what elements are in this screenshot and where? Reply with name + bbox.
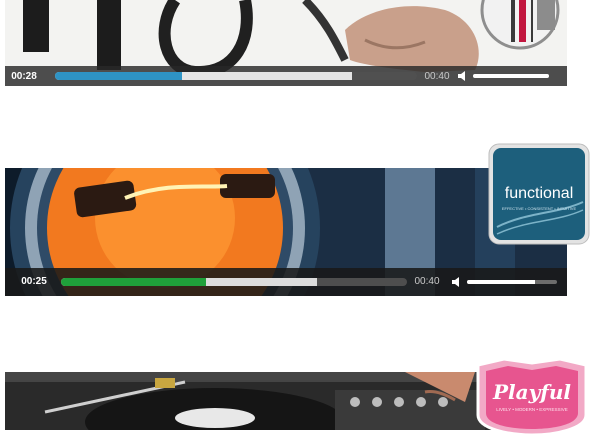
speaker-icon[interactable] (451, 276, 465, 288)
control-bar-2: 00:25 00:40 (5, 268, 567, 296)
brand-badge-2: functional EFFECTIVE • CONSISTENT • INTU… (488, 143, 590, 245)
control-bar-1: 00:28 00:40 (5, 66, 567, 86)
duration: 00:40 (414, 276, 440, 287)
duration: 00:40 (424, 70, 450, 82)
current-time: 00:25 (21, 276, 47, 287)
badge-tagline: LIVELY • MODERN • EXPRESSIVE (496, 407, 568, 412)
volume-slider[interactable] (473, 74, 549, 78)
badge-word: functional (505, 185, 574, 202)
video-player-2[interactable]: 00:25 00:40 (5, 168, 567, 296)
volume-level (467, 280, 535, 284)
badge-word: Playful (492, 380, 571, 404)
volume-slider[interactable] (467, 280, 557, 284)
current-time: 00:28 (11, 70, 37, 82)
played-bar (55, 72, 182, 80)
video-player-1[interactable]: 00:28 00:40 (5, 0, 567, 86)
brand-badge-3: Playful LIVELY • MODERN • EXPRESSIVE (476, 357, 588, 435)
seek-bar[interactable] (61, 278, 407, 286)
volume-level (473, 74, 549, 78)
speaker-icon[interactable] (457, 70, 471, 82)
badge-tagline: EFFECTIVE • CONSISTENT • INTUITIVE (502, 206, 577, 211)
seek-bar[interactable] (55, 72, 417, 80)
played-bar (61, 278, 207, 286)
brand-badge-1 (480, 0, 560, 50)
